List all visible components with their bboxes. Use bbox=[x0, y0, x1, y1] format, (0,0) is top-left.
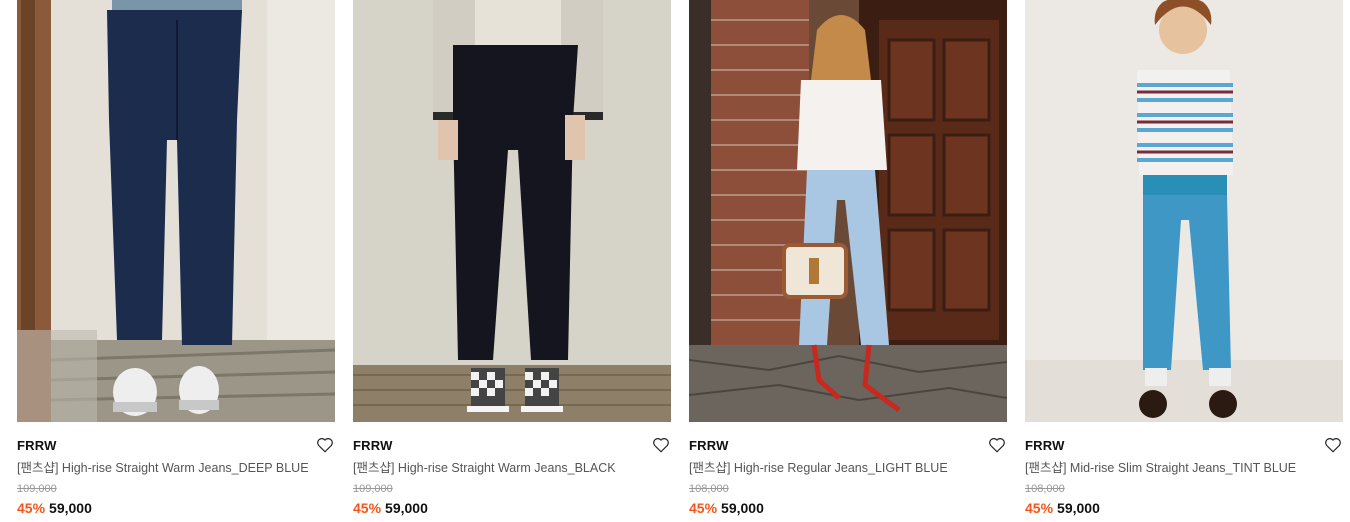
sale-price: 59,000 bbox=[721, 500, 764, 516]
price-row: 45% 59,000 bbox=[1025, 499, 1343, 517]
brand-name[interactable]: FRRW bbox=[17, 436, 335, 456]
original-price: 109,000 bbox=[17, 483, 57, 495]
brand-name[interactable]: FRRW bbox=[689, 436, 1007, 456]
original-price: 109,000 bbox=[353, 483, 393, 495]
product-card[interactable]: FRRW [팬츠샵] High-rise Straight Warm Jeans… bbox=[17, 0, 335, 517]
discount-rate: 45% bbox=[1025, 500, 1054, 516]
heart-outline-icon[interactable] bbox=[652, 436, 670, 454]
brand-name[interactable]: FRRW bbox=[353, 436, 671, 456]
original-price: 108,000 bbox=[1025, 483, 1065, 495]
product-name[interactable]: [팬츠샵] Mid-rise Slim Straight Jeans_TINT … bbox=[1025, 460, 1343, 476]
product-image[interactable] bbox=[353, 0, 671, 422]
heart-outline-icon[interactable] bbox=[1324, 436, 1342, 454]
price-row: 45% 59,000 bbox=[689, 499, 1007, 517]
brand-name[interactable]: FRRW bbox=[1025, 436, 1343, 456]
discount-rate: 45% bbox=[17, 500, 46, 516]
discount-rate: 45% bbox=[689, 500, 718, 516]
sale-price: 59,000 bbox=[385, 500, 428, 516]
product-card[interactable]: FRRW [팬츠샵] High-rise Regular Jeans_LIGHT… bbox=[689, 0, 1007, 517]
product-name[interactable]: [팬츠샵] High-rise Straight Warm Jeans_DEEP… bbox=[17, 460, 335, 476]
product-card[interactable]: FRRW [팬츠샵] High-rise Straight Warm Jeans… bbox=[353, 0, 671, 517]
product-image[interactable] bbox=[1025, 0, 1343, 422]
product-image[interactable] bbox=[689, 0, 1007, 422]
price-row: 45% 59,000 bbox=[17, 499, 335, 517]
sale-price: 59,000 bbox=[1057, 500, 1100, 516]
product-grid: FRRW [팬츠샵] High-rise Straight Warm Jeans… bbox=[0, 0, 1350, 522]
original-price: 108,000 bbox=[689, 483, 729, 495]
product-image[interactable] bbox=[17, 0, 335, 422]
product-name[interactable]: [팬츠샵] High-rise Regular Jeans_LIGHT BLUE bbox=[689, 460, 1007, 476]
discount-rate: 45% bbox=[353, 500, 382, 516]
heart-outline-icon[interactable] bbox=[988, 436, 1006, 454]
product-name[interactable]: [팬츠샵] High-rise Straight Warm Jeans_BLAC… bbox=[353, 460, 671, 476]
product-card[interactable]: FRRW [팬츠샵] Mid-rise Slim Straight Jeans_… bbox=[1025, 0, 1343, 517]
sale-price: 59,000 bbox=[49, 500, 92, 516]
heart-outline-icon[interactable] bbox=[316, 436, 334, 454]
price-row: 45% 59,000 bbox=[353, 499, 671, 517]
